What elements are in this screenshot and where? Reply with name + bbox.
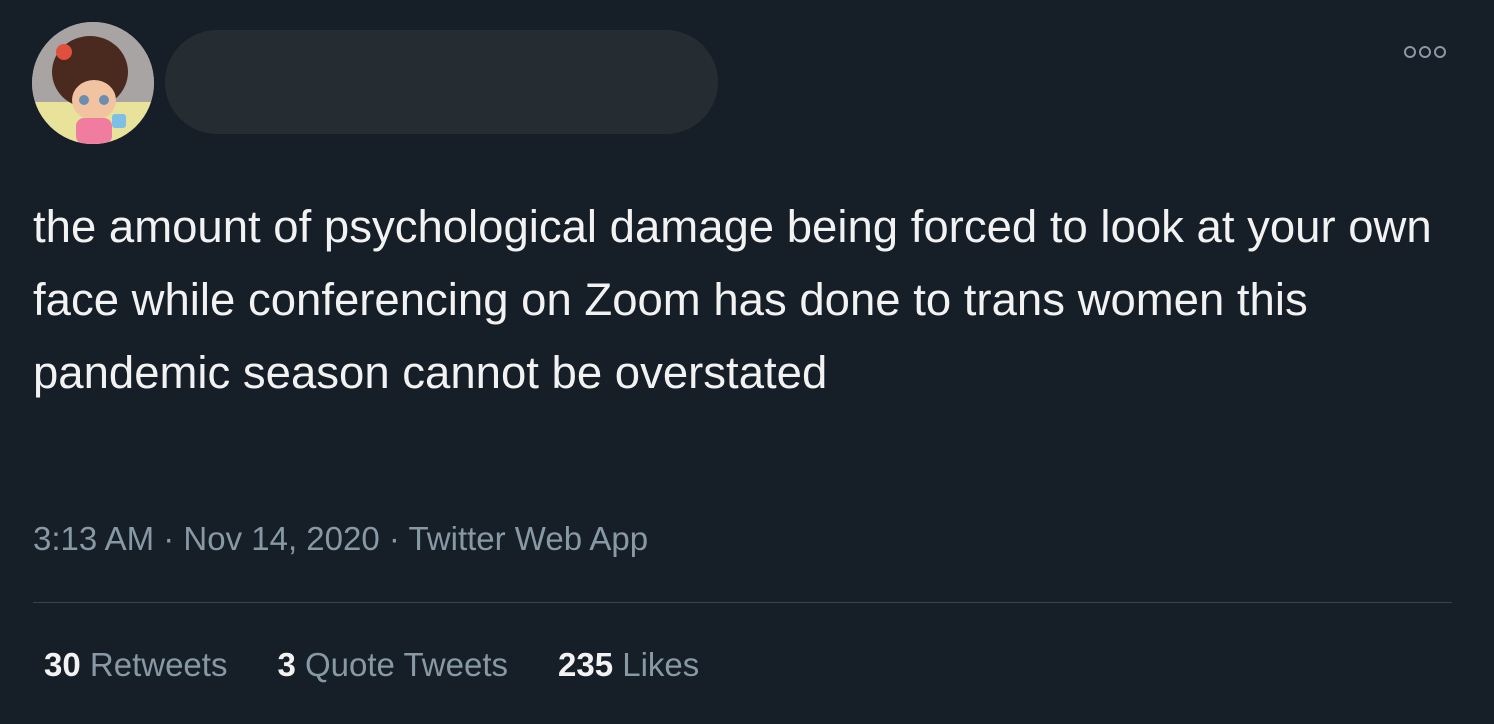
tweet-source[interactable]: Twitter Web App <box>408 520 648 557</box>
separator: · <box>154 520 184 557</box>
tweet-meta: 3:13 AM · Nov 14, 2020 · Twitter Web App <box>33 520 648 558</box>
tweet-stats: 30 Retweets 3 Quote Tweets 235 Likes <box>44 646 699 684</box>
divider <box>33 602 1452 603</box>
retweets-stat[interactable]: 30 Retweets <box>44 646 227 684</box>
tweet-time[interactable]: 3:13 AM <box>33 520 154 557</box>
retweets-label: Retweets <box>89 646 228 683</box>
retweets-count: 30 <box>44 646 81 683</box>
quote-tweets-label: Quote Tweets <box>304 646 508 683</box>
separator: · <box>379 520 409 557</box>
avatar[interactable] <box>32 22 154 144</box>
likes-count: 235 <box>558 646 614 683</box>
likes-label: Likes <box>622 646 700 683</box>
tweet-text: the amount of psychological damage being… <box>33 201 1432 398</box>
likes-stat[interactable]: 235 Likes <box>558 646 699 684</box>
quote-tweets-count: 3 <box>277 646 296 683</box>
more-horizontal-icon[interactable] <box>1404 46 1446 58</box>
avatar-image <box>32 22 154 144</box>
redacted-username <box>165 30 718 134</box>
tweet-date[interactable]: Nov 14, 2020 <box>183 520 379 557</box>
quote-tweets-stat[interactable]: 3 Quote Tweets <box>277 646 508 684</box>
